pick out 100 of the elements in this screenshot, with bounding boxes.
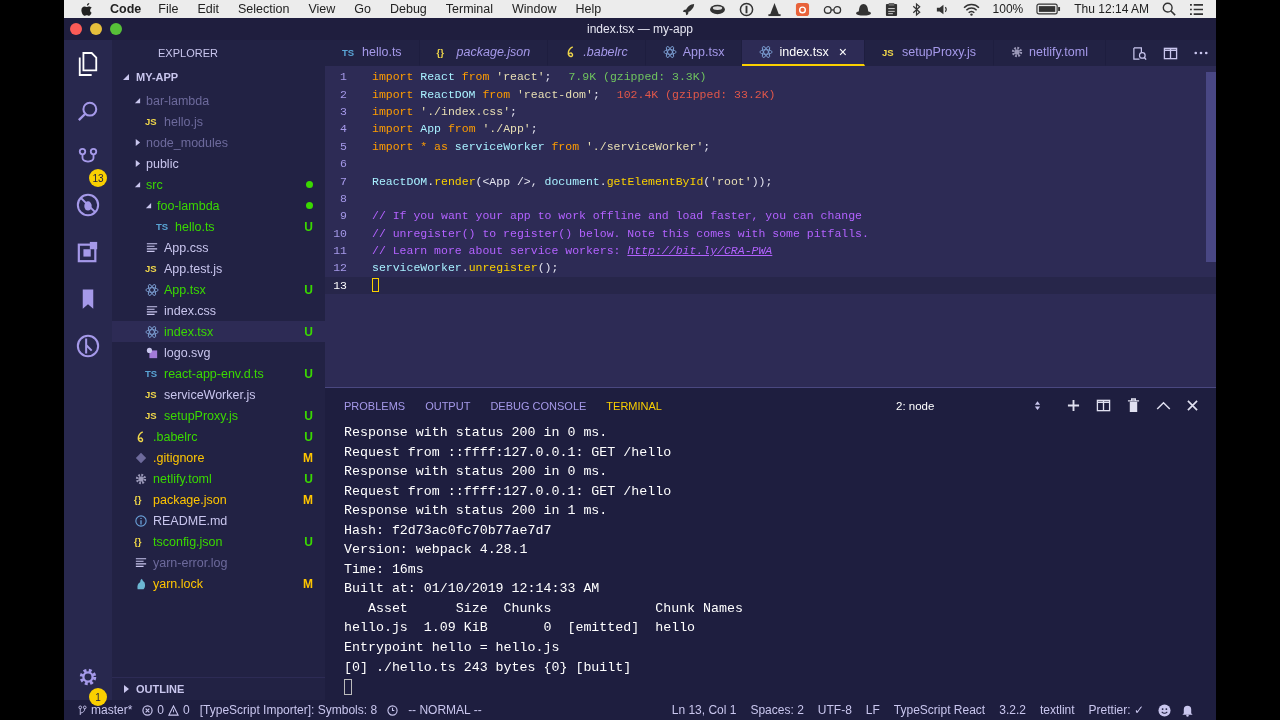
caret-icon[interactable] (145, 202, 152, 209)
menu-item[interactable]: Edit (197, 2, 219, 16)
updown-icon (1034, 400, 1041, 411)
tree-item[interactable]: {} package.json M (112, 489, 325, 510)
scrollbar[interactable] (1206, 72, 1216, 262)
tree-item[interactable]: public (112, 153, 325, 174)
battery-icon[interactable] (1036, 3, 1062, 15)
tree-item[interactable]: README.md (112, 510, 325, 531)
rocket-icon[interactable] (680, 1, 696, 17)
caret-icon[interactable] (122, 685, 130, 693)
caret-icon[interactable] (134, 181, 141, 188)
file-name: index.css (164, 303, 217, 318)
clipboard-icon[interactable] (884, 1, 898, 17)
status-item[interactable]: Spaces: 2 (750, 703, 804, 717)
zoom-window-button[interactable] (110, 23, 122, 35)
chevron-up-icon[interactable] (1156, 401, 1171, 410)
circle-icon[interactable] (738, 1, 754, 17)
line-number: 6 (339, 157, 347, 171)
problems-status[interactable]: 0 0 (142, 703, 190, 717)
bell-icon[interactable] (1181, 703, 1194, 717)
caret-icon[interactable] (134, 160, 141, 167)
hat-icon[interactable] (854, 1, 872, 17)
app-menu[interactable]: Code (110, 2, 142, 16)
tree-item[interactable]: .gitignore M (112, 447, 325, 468)
files-icon[interactable] (77, 51, 99, 76)
list-icon[interactable] (1189, 2, 1204, 16)
line-number: 12 (332, 261, 347, 275)
menu-item[interactable]: View (308, 2, 336, 16)
wifi-icon[interactable] (962, 2, 980, 16)
menu-item[interactable]: File (158, 2, 179, 16)
tree-item[interactable]: index.css (112, 300, 325, 321)
lines-icon (145, 241, 159, 254)
editor-tab[interactable]: index.tsx × (742, 40, 865, 66)
apple-icon[interactable] (80, 1, 93, 17)
status-item[interactable]: LF (865, 703, 880, 717)
no-bug-icon[interactable] (76, 192, 100, 217)
menubar-clock[interactable]: Thu 12:14 AM (1074, 2, 1149, 16)
tree-item[interactable]: yarn.lock M (112, 573, 325, 594)
branch-circle-icon[interactable] (76, 333, 100, 358)
split-terminal-icon[interactable] (1096, 398, 1111, 413)
plus-icon[interactable] (1067, 399, 1080, 412)
status-item[interactable]: Ln 13, Col 1 (671, 703, 737, 717)
cone-icon[interactable] (766, 1, 782, 17)
tree-item[interactable]: JS hello.js (112, 111, 325, 132)
tree-item[interactable]: logo.svg (112, 342, 325, 363)
tree-item[interactable]: JS serviceWorker.js (112, 384, 325, 405)
clock-icon[interactable] (387, 704, 399, 716)
caret-icon[interactable] (134, 97, 141, 104)
minimize-window-button[interactable] (90, 23, 102, 35)
close-icon[interactable] (1187, 400, 1198, 411)
tree-item[interactable]: App.css (112, 237, 325, 258)
glasses-icon[interactable] (822, 3, 842, 15)
tree-item[interactable]: TS hello.ts U (112, 216, 325, 237)
split-editor-icon[interactable] (1163, 45, 1178, 61)
panel-tab[interactable]: DEBUG CONSOLE (490, 399, 587, 412)
tree-item[interactable]: App.tsx U (112, 279, 325, 300)
tree-item[interactable]: index.tsx U (112, 321, 325, 342)
panel-tab[interactable]: PROBLEMS (344, 399, 406, 412)
tree-item[interactable]: src (112, 174, 325, 195)
status-item[interactable]: Prettier: ✓ (1088, 703, 1144, 717)
tree-item[interactable]: JS App.test.js (112, 258, 325, 279)
tree-item[interactable]: JS setupProxy.js U (112, 405, 325, 426)
tree-item[interactable]: netlify.toml U (112, 468, 325, 489)
status-item[interactable]: UTF-8 (817, 703, 852, 717)
terminal-line: Built at: 01/10/2019 12:14:33 AM (344, 580, 601, 599)
status-item[interactable]: 3.2.2 (999, 703, 1026, 717)
menu-item[interactable]: Go (354, 2, 371, 16)
menu-item[interactable]: Debug (389, 2, 427, 16)
tree-item[interactable]: TS react-app-env.d.ts U (112, 363, 325, 384)
terminal-line: Response with status 200 in 1 ms. (344, 502, 609, 521)
bookmark-icon[interactable] (81, 287, 95, 310)
search-icon[interactable] (77, 99, 99, 122)
search-icon[interactable] (1162, 2, 1176, 16)
status-item[interactable]: textlint (1039, 703, 1075, 717)
close-window-button[interactable] (70, 23, 82, 35)
menu-item[interactable]: Selection (237, 2, 290, 16)
panel-tab[interactable]: TERMINAL (606, 399, 662, 412)
branch-status[interactable]: master* (78, 703, 133, 717)
open-changes-icon[interactable] (1132, 45, 1147, 61)
menu-item[interactable]: Window (512, 2, 557, 16)
camera-icon[interactable] (794, 1, 810, 17)
bluetooth-icon[interactable] (910, 1, 922, 17)
extensions-icon[interactable] (77, 240, 99, 263)
section-header[interactable]: MY-APP (112, 66, 325, 88)
menu-item[interactable]: Help (575, 2, 602, 16)
status-item[interactable]: TypeScript React (893, 703, 986, 717)
menu-item[interactable]: Terminal (445, 2, 494, 16)
smiley-icon[interactable] (1158, 703, 1171, 717)
tree-item[interactable]: {} tsconfig.json U (112, 531, 325, 552)
importer-status[interactable]: [TypeScript Importer]: Symbols: 8 (199, 703, 378, 717)
caret-icon[interactable] (134, 139, 141, 146)
tree-item[interactable]: foo-lambda (112, 195, 325, 216)
panel-tab[interactable]: OUTPUT (425, 399, 471, 412)
file-name: package.json (153, 492, 227, 507)
caret-icon[interactable] (122, 73, 130, 81)
trash-icon[interactable] (1127, 398, 1140, 413)
terminal-select[interactable]: 2: node (896, 399, 1041, 412)
error-icon (142, 704, 154, 716)
tree-item[interactable]: .babelrc U (112, 426, 325, 447)
more-icon[interactable] (1194, 51, 1208, 55)
